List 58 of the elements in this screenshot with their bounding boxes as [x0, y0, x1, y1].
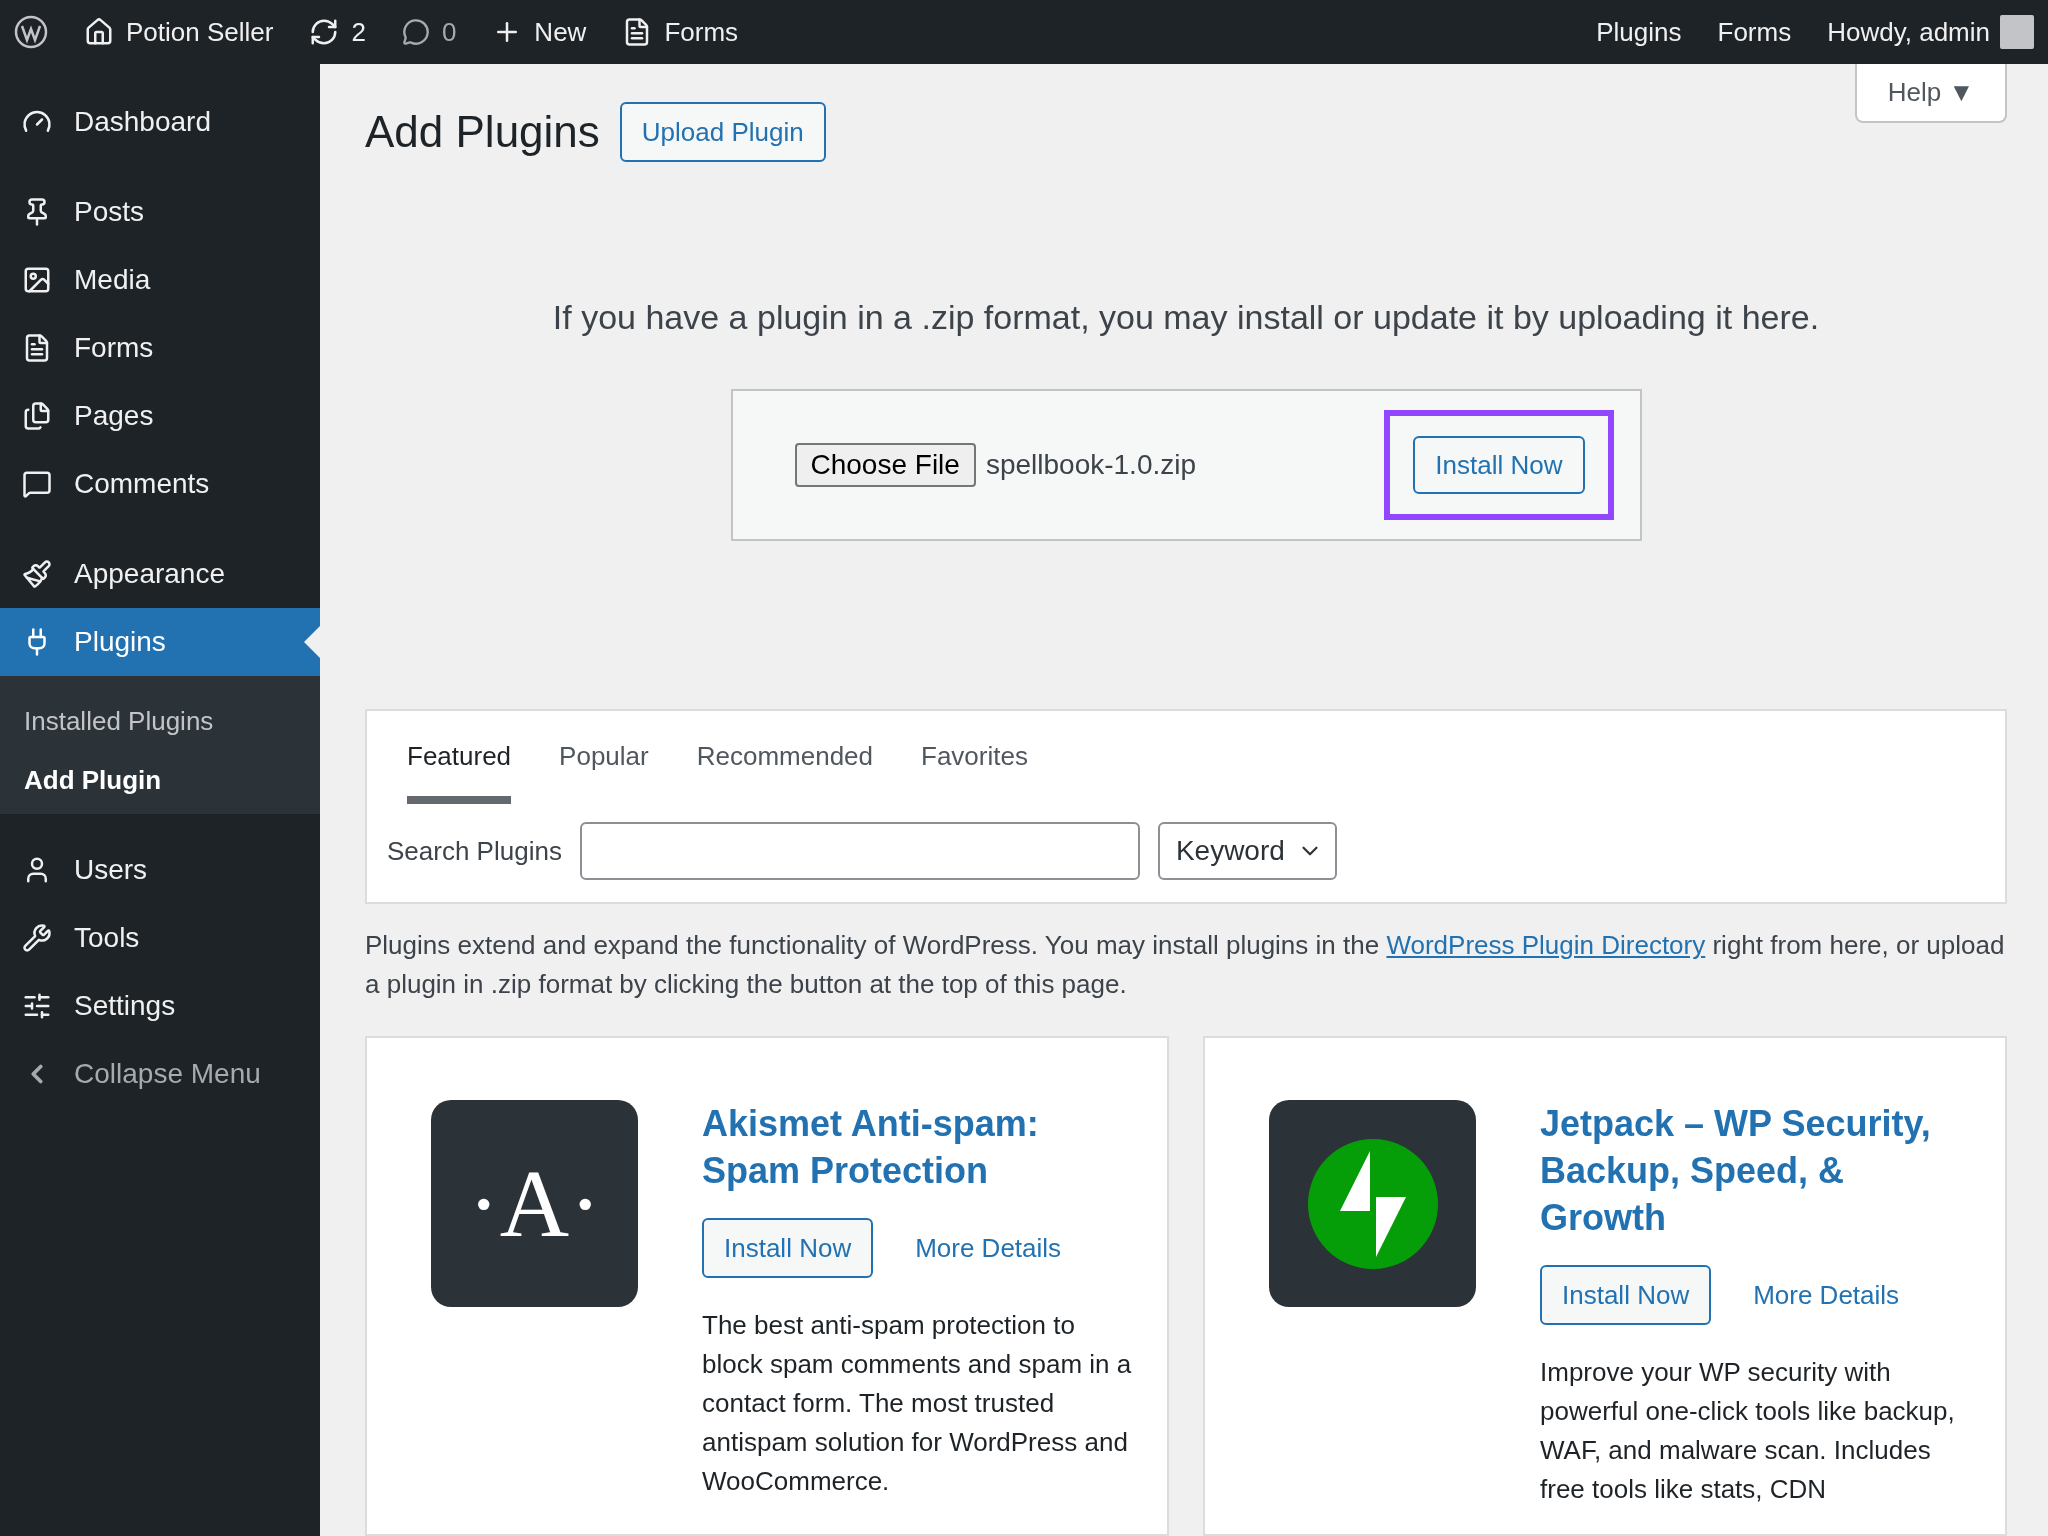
install-now-button[interactable]: Install Now [702, 1218, 874, 1278]
sidebar-item[interactable]: Settings [0, 972, 320, 1040]
sidebar-item[interactable]: Media [0, 246, 320, 314]
filter-tab[interactable]: Recommended [696, 711, 873, 804]
menu-icon [22, 991, 52, 1021]
comment-icon[interactable] [401, 18, 430, 46]
site-name-link[interactable]: Potion Seller [126, 16, 274, 48]
upload-plugin-button[interactable]: Upload Plugin [619, 102, 826, 162]
sidebar-item[interactable]: Collapse Menu [0, 1040, 320, 1108]
bolt-logo-icon [1307, 1138, 1438, 1269]
more-details-link[interactable]: More Details [1753, 1279, 1900, 1311]
plugin-summary: The best anti-spam protection to block spam comments and spam in a contact form. The most trusted antispam solution for WordPress and WooCommerce. [702, 1309, 1133, 1498]
comments-count[interactable]: 0 [441, 16, 457, 48]
sidebar-item[interactable]: Plugins [0, 608, 320, 676]
sidebar-item[interactable]: Users [0, 836, 320, 904]
new-link[interactable]: New [534, 16, 587, 48]
updates-icon[interactable] [309, 17, 340, 47]
help-tab[interactable]: Help ▼ [1855, 64, 2007, 123]
menu-icon [22, 469, 52, 499]
plugin-logo: ·A· [431, 1100, 638, 1307]
menu-icon [22, 559, 52, 589]
search-label: Search Plugins [387, 835, 562, 867]
submenu-item[interactable]: Add Plugin [0, 751, 320, 810]
search-type-select[interactable]: Keyword [1157, 822, 1337, 880]
file-name: spellbook-1.0.zip [985, 449, 1197, 481]
install-now-button[interactable]: Install Now [1540, 1265, 1712, 1325]
upload-instructions: If you have a plugin in a .zip format, you may install or update it by uploading it here. [551, 298, 1821, 337]
toolbar-link[interactable]: Forms [1717, 16, 1792, 48]
filter-tab[interactable]: Featured [407, 711, 512, 804]
plugin-summary: Improve your WP security with powerful one-click tools like backup, WAF, and malware scan. Includes free tools like stats, CDN [1540, 1356, 1956, 1506]
sidebar-item[interactable]: Dashboard [0, 88, 320, 156]
plugin-name-link[interactable]: Akismet Anti-spam: Spam Protection [702, 1100, 1122, 1194]
updates-count[interactable]: 2 [351, 16, 366, 48]
sidebar-item[interactable]: Comments [0, 450, 320, 518]
wordpress-logo-icon[interactable] [14, 15, 48, 49]
sidebar-item[interactable]: Forms [0, 314, 320, 382]
toolbar-link[interactable]: Plugins [1596, 16, 1682, 48]
home-icon[interactable] [84, 17, 114, 47]
menu-icon [22, 265, 52, 295]
filter-tab[interactable]: Popular [559, 711, 649, 804]
page-title: Add Plugins [365, 107, 600, 157]
more-details-link[interactable]: More Details [915, 1232, 1062, 1264]
submenu-item[interactable]: Installed Plugins [0, 692, 320, 751]
plugin-name-link[interactable]: Jetpack – WP Security, Backup, Speed, & Growth [1540, 1100, 1960, 1241]
intro-paragraph: Plugins extend and expand the functionality of WordPress. You may install plugins in the WordPress Plugin Directory right from here, or upload a plugin in .zip format by clicking the button at the top of this page. [365, 929, 2006, 1001]
menu-icon [22, 923, 52, 953]
sidebar-item[interactable]: Posts [0, 178, 320, 246]
search-field[interactable] [579, 822, 1140, 880]
choose-file-button[interactable]: Choose File [794, 443, 976, 487]
forms-link[interactable]: Forms [664, 16, 739, 48]
install-now-button[interactable]: Install Now [1413, 436, 1585, 494]
sidebar-item[interactable]: Appearance [0, 540, 320, 608]
sidebar-item[interactable]: Pages [0, 382, 320, 450]
filter-tab[interactable]: Favorites [921, 711, 1028, 804]
sidebar-item[interactable]: Tools [0, 904, 320, 972]
greeting-link[interactable]: Howdy, admin [1827, 16, 1990, 48]
directory-link[interactable]: WordPress Plugin Directory [1386, 930, 1706, 960]
menu-icon [22, 401, 52, 431]
